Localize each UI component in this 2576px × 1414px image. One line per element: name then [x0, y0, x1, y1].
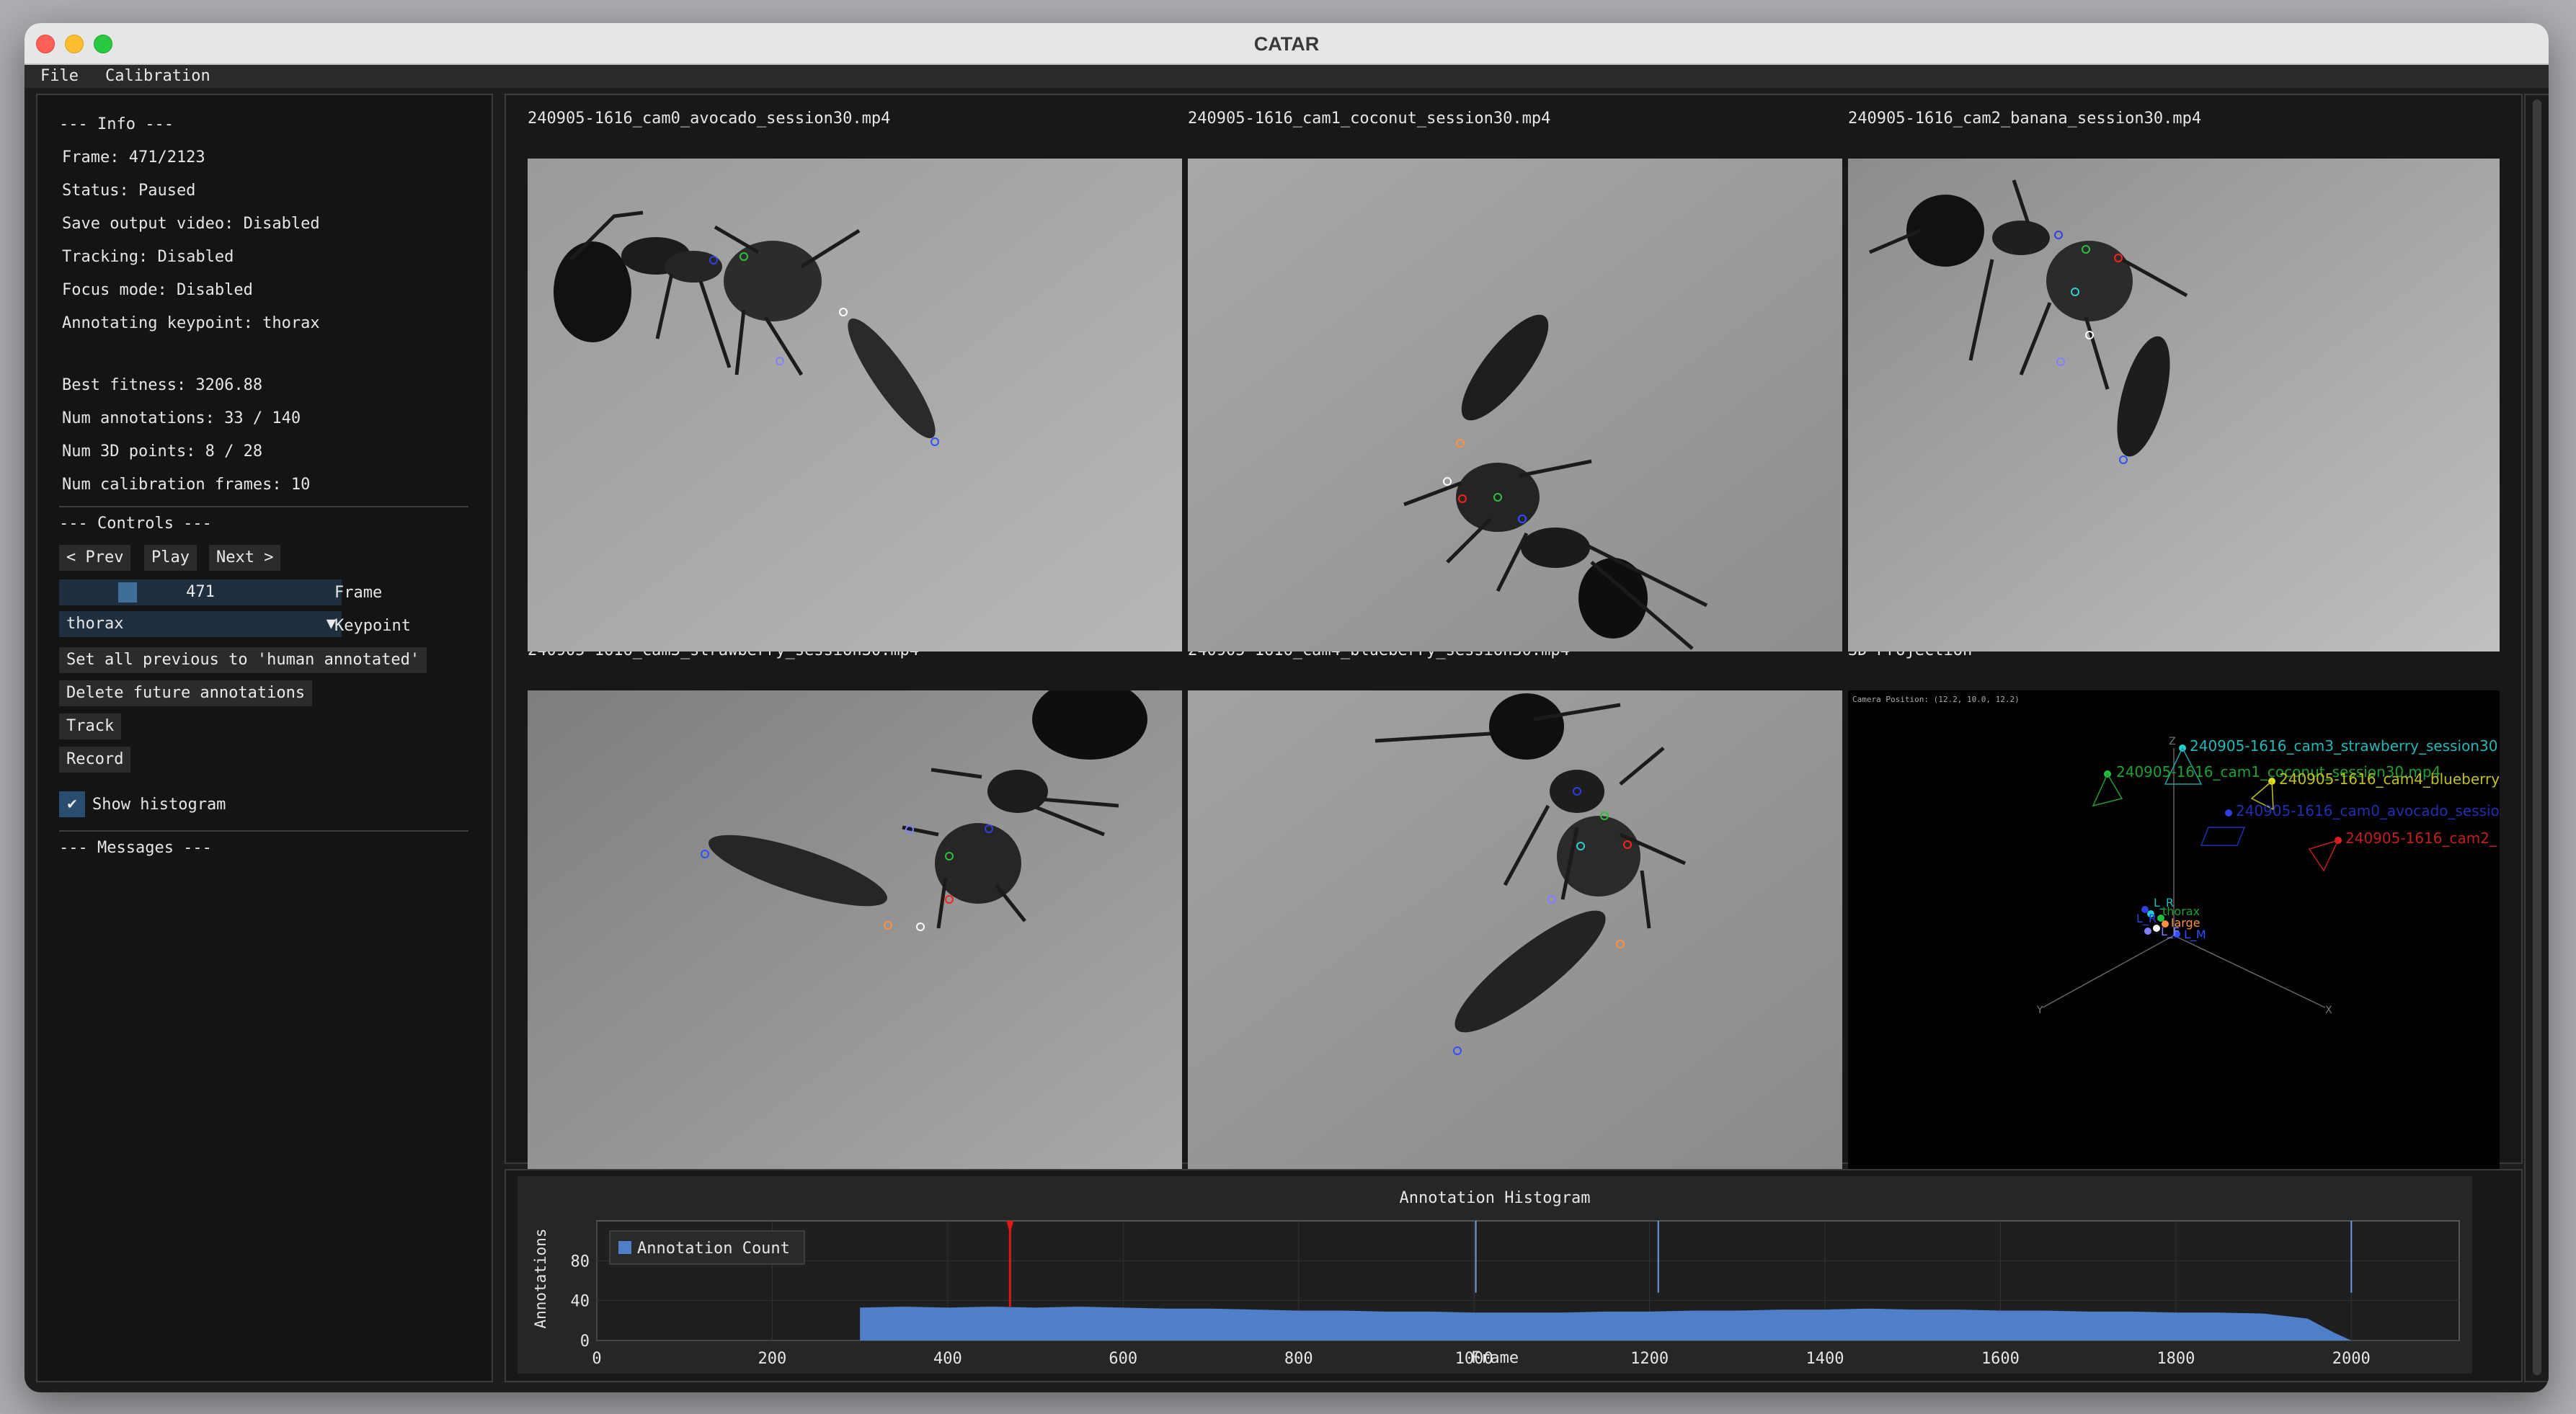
camera-position-text: Camera Position: (12.2, 10.0, 12.2) — [1852, 695, 2020, 704]
point-label-lf: L_F — [2161, 925, 2180, 939]
controls-header: --- Controls --- — [59, 515, 212, 533]
x-tick-label: 1400 — [1806, 1350, 1844, 1368]
frame-label: Frame — [334, 584, 383, 602]
keypoint-select[interactable]: thorax ▼ — [59, 611, 342, 637]
histogram-panel: Annotation Histogram Annotations Frame 0… — [505, 1169, 2523, 1382]
axis-label-z: Z — [2169, 736, 2176, 747]
play-button[interactable]: Play — [144, 545, 197, 571]
keypoint-label: Keypoint — [334, 617, 411, 635]
show-histogram-checkbox[interactable]: ✔ — [59, 791, 85, 817]
track-button[interactable]: Track — [59, 713, 122, 739]
axis-label-y: Y — [2036, 1005, 2043, 1016]
x-tick-label: 1800 — [2157, 1350, 2195, 1368]
camera-grid: 240905-1616_cam0_avocado_session30.mp4 2… — [505, 94, 2523, 1178]
view-title-cam2: 240905-1616_cam2_banana_session30.mp4 — [1848, 110, 2202, 128]
info-num-calibration-frames: Num calibration frames: 10 — [62, 476, 311, 494]
view-title-cam1: 240905-1616_cam1_coconut_session30.mp4 — [1188, 110, 1551, 128]
cam-label-banana: 240905-1616_cam2_ — [2345, 830, 2497, 847]
window-scrollbar[interactable] — [2524, 94, 2549, 1382]
keypoint-select-value: thorax — [66, 615, 124, 633]
frame-slider[interactable]: 471 — [59, 579, 342, 605]
point-label-lm: L_M — [2184, 928, 2206, 942]
y-tick-label: 40 — [571, 1293, 590, 1311]
x-tick-label: 600 — [1109, 1350, 1137, 1368]
info-annotating: Annotating keypoint: thorax — [62, 314, 320, 332]
legend-swatch — [618, 1241, 631, 1254]
messages-header: --- Messages --- — [59, 839, 212, 857]
menu-bar: File Calibration — [25, 65, 2549, 88]
title-bar: CATAR — [25, 23, 2549, 65]
y-tick-label: 80 — [571, 1253, 590, 1271]
info-best-fitness: Best fitness: 3206.88 — [62, 376, 263, 394]
y-tick-label: 0 — [580, 1333, 590, 1351]
axis-label-x: X — [2325, 1005, 2332, 1016]
x-tick-label: 1600 — [1981, 1350, 2020, 1368]
info-header: --- Info --- — [59, 115, 174, 133]
projection-view[interactable]: Camera Position: (12.2, 10.0, 12.2) Z Y … — [1848, 690, 2500, 1178]
window-scrollbar-thumb[interactable] — [2533, 99, 2541, 1375]
info-num-3d-points: Num 3D points: 8 / 28 — [62, 443, 263, 461]
x-tick-label: 1200 — [1630, 1350, 1669, 1368]
x-tick-label: 800 — [1284, 1350, 1313, 1368]
histogram-chart: 0 200 400 600 800 1000 1200 1400 1600 1800 2000 0 40… — [571, 1220, 2460, 1368]
info-num-annotations: Num annotations: 33 / 140 — [62, 409, 301, 427]
divider — [59, 830, 468, 832]
next-button[interactable]: Next > — [209, 545, 281, 571]
record-button[interactable]: Record — [59, 747, 131, 773]
view-title-cam0: 240905-1616_cam0_avocado_session30.mp4 — [528, 110, 891, 128]
set-all-human-annotated-button[interactable]: Set all previous to 'human annotated' — [59, 647, 427, 673]
video-frame-cam0[interactable] — [528, 159, 1182, 652]
point-label-lr-2: L_R — [2136, 912, 2157, 926]
info-status: Status: Paused — [62, 182, 196, 200]
histogram-plot[interactable]: Annotation Histogram Annotations Frame 0… — [518, 1176, 2472, 1374]
side-panel: --- Info --- Frame: 471/2123 Status: Pau… — [36, 94, 493, 1382]
cam-label-avocado: 240905-1616_cam0_avocado_session30 — [2236, 802, 2500, 819]
divider — [59, 506, 468, 507]
video-frame-cam4[interactable] — [1188, 690, 1842, 1178]
video-frame-cam2[interactable] — [1848, 159, 2500, 652]
x-tick-label: 1000 — [1455, 1350, 1493, 1368]
info-tracking: Tracking: Disabled — [62, 248, 234, 266]
window-title: CATAR — [1253, 33, 1320, 55]
info-focus-mode: Focus mode: Disabled — [62, 281, 253, 299]
video-frame-cam1[interactable] — [1188, 159, 1842, 652]
app-window: CATAR File Calibration --- Info --- Fram… — [25, 23, 2549, 1392]
checkmark-icon: ✔ — [67, 795, 77, 813]
cam-label-strawberry: 240905-1616_cam3_strawberry_session30 — [2190, 737, 2497, 755]
info-save-output: Save output video: Disabled — [62, 215, 320, 233]
cam-label-blueberry: 240905-1616_cam4_blueberry — [2279, 770, 2500, 788]
menu-calibration[interactable]: Calibration — [105, 65, 210, 88]
x-tick-label: 400 — [933, 1350, 962, 1368]
frame-slider-value: 471 — [186, 583, 215, 601]
legend-label: Annotation Count — [637, 1240, 790, 1258]
show-histogram-label: Show histogram — [92, 796, 226, 814]
x-tick-label: 200 — [758, 1350, 787, 1368]
annotation-count-area — [860, 1306, 2352, 1340]
menu-file[interactable]: File — [40, 65, 79, 88]
video-frame-cam3[interactable] — [528, 690, 1182, 1178]
x-tick-label: 0 — [592, 1350, 601, 1368]
info-frame: Frame: 471/2123 — [62, 148, 205, 166]
prev-button[interactable]: < Prev — [59, 545, 131, 571]
x-tick-label: 2000 — [2332, 1350, 2371, 1368]
delete-future-annotations-button[interactable]: Delete future annotations — [59, 680, 313, 706]
